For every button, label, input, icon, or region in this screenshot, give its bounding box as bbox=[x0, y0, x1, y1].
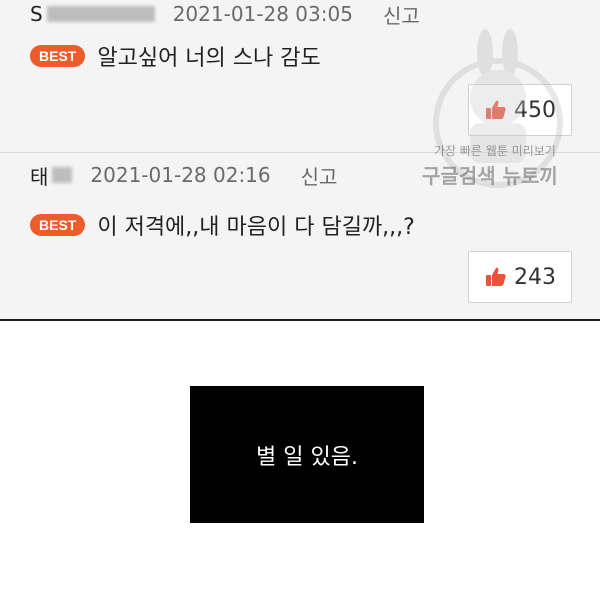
report-button[interactable]: 신고 bbox=[383, 0, 420, 29]
comment-body: BEST 이 저격에,,내 마음이 다 담길까,,,? bbox=[30, 209, 415, 241]
author-redaction bbox=[46, 6, 155, 22]
comment-meta: 태 2021-01-28 02:16 신고 bbox=[30, 161, 338, 190]
best-badge: BEST bbox=[30, 45, 86, 67]
like-button[interactable]: 243 bbox=[468, 251, 572, 303]
comment-text: 알고싶어 너의 스나 감도 bbox=[97, 46, 321, 71]
like-count: 243 bbox=[514, 264, 556, 290]
report-button[interactable]: 신고 bbox=[301, 161, 338, 190]
thumbs-up-icon bbox=[486, 100, 506, 119]
like-button[interactable]: 450 bbox=[468, 84, 572, 136]
comment-author[interactable]: 태 bbox=[30, 161, 49, 190]
author-redaction bbox=[52, 167, 73, 183]
comic-panel: 별 일 있음. bbox=[190, 386, 424, 523]
watermark-caption: 가장 빠른 웹툰 미리보기 bbox=[434, 144, 556, 158]
panel-text: 별 일 있음. bbox=[256, 444, 358, 470]
comment-text: 이 저격에,,내 마음이 다 담길까,,,? bbox=[97, 215, 415, 240]
comment-author[interactable]: S bbox=[30, 2, 44, 26]
section-divider bbox=[0, 319, 600, 321]
thumbs-up-icon bbox=[486, 267, 506, 286]
comment-item: S 2021-01-28 03:05 신고 BEST 알고싶어 너의 스나 감도… bbox=[0, 0, 600, 152]
comment-meta: S 2021-01-28 03:05 신고 bbox=[30, 0, 420, 29]
comment-date: 2021-01-28 03:05 bbox=[172, 2, 353, 26]
comment-body: BEST 알고싶어 너의 스나 감도 bbox=[30, 40, 321, 72]
like-count: 450 bbox=[514, 97, 556, 123]
watermark-title: 구글검색 뉴토끼 bbox=[422, 164, 558, 188]
comment-date: 2021-01-28 02:16 bbox=[90, 163, 271, 187]
best-badge: BEST bbox=[30, 214, 86, 236]
